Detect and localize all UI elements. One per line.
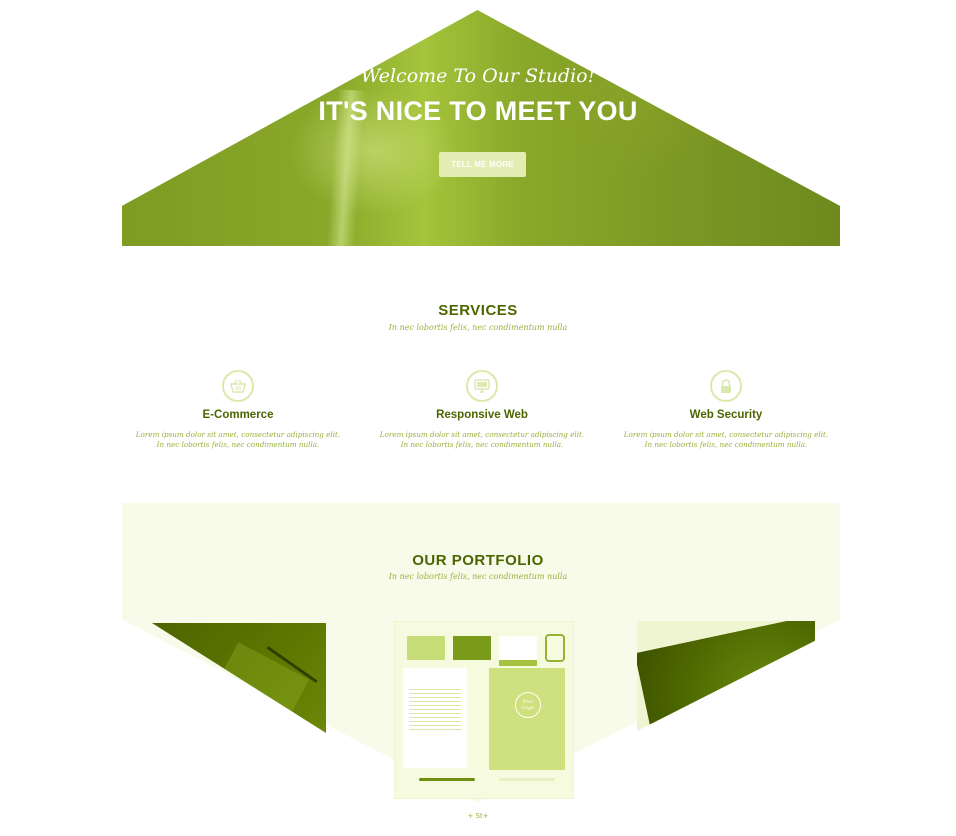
hero-title: IT'S NICE TO MEET YOU: [318, 96, 638, 126]
portfolio-subtitle: In nec lobortis felis, nec condimentum n…: [388, 572, 568, 581]
folder-image: Your Logo: [489, 668, 565, 770]
basket-icon: [222, 370, 254, 402]
pen-image: [419, 778, 475, 781]
letterhead-image: [403, 668, 467, 768]
business-card-image: [499, 636, 537, 666]
service-description: Lorem ipsum dolor sit amet, consectetur …: [379, 430, 585, 449]
lock-icon: [710, 370, 742, 402]
service-title: Responsive Web: [436, 409, 528, 421]
service-description: Lorem ipsum dolor sit amet, consectetur …: [623, 430, 829, 449]
desk-paper-image: [214, 642, 310, 724]
service-description: Lorem ipsum dolor sit amet, consectetur …: [135, 430, 341, 449]
photo-image: [637, 621, 815, 731]
monitor-icon: [466, 370, 498, 402]
service-responsive-web: Responsive Web Lorem ipsum dolor sit ame…: [376, 370, 588, 450]
services-subtitle: In nec lobortis felis, nec condimentum n…: [388, 323, 568, 332]
brand-logo: Your Logo: [515, 692, 541, 718]
service-ecommerce: E-Commerce Lorem ipsum dolor sit amet, c…: [132, 370, 344, 450]
portfolio-title: OUR PORTFOLIO: [412, 552, 544, 569]
letter-lines: [409, 686, 461, 730]
binder-clip-image: [545, 634, 565, 662]
business-card-image: [453, 636, 491, 660]
portfolio-item-desk[interactable]: [152, 623, 326, 733]
business-card-image: [407, 636, 445, 660]
pen-image: [499, 778, 555, 781]
portfolio-item-branding[interactable]: Your Logo: [394, 621, 574, 799]
services-title: SERVICES: [438, 302, 518, 319]
tell-me-more-button[interactable]: TELL ME MORE: [439, 152, 526, 177]
portfolio-item-photo[interactable]: [637, 621, 815, 731]
service-title: E-Commerce: [202, 409, 274, 421]
hero-banner: [122, 10, 840, 246]
hero-welcome-text: Welcome To Our Studio!: [360, 65, 596, 87]
service-web-security: Web Security Lorem ipsum dolor sit amet,…: [620, 370, 832, 450]
service-title: Web Security: [689, 409, 763, 421]
scroll-hint: + St+: [467, 812, 489, 820]
